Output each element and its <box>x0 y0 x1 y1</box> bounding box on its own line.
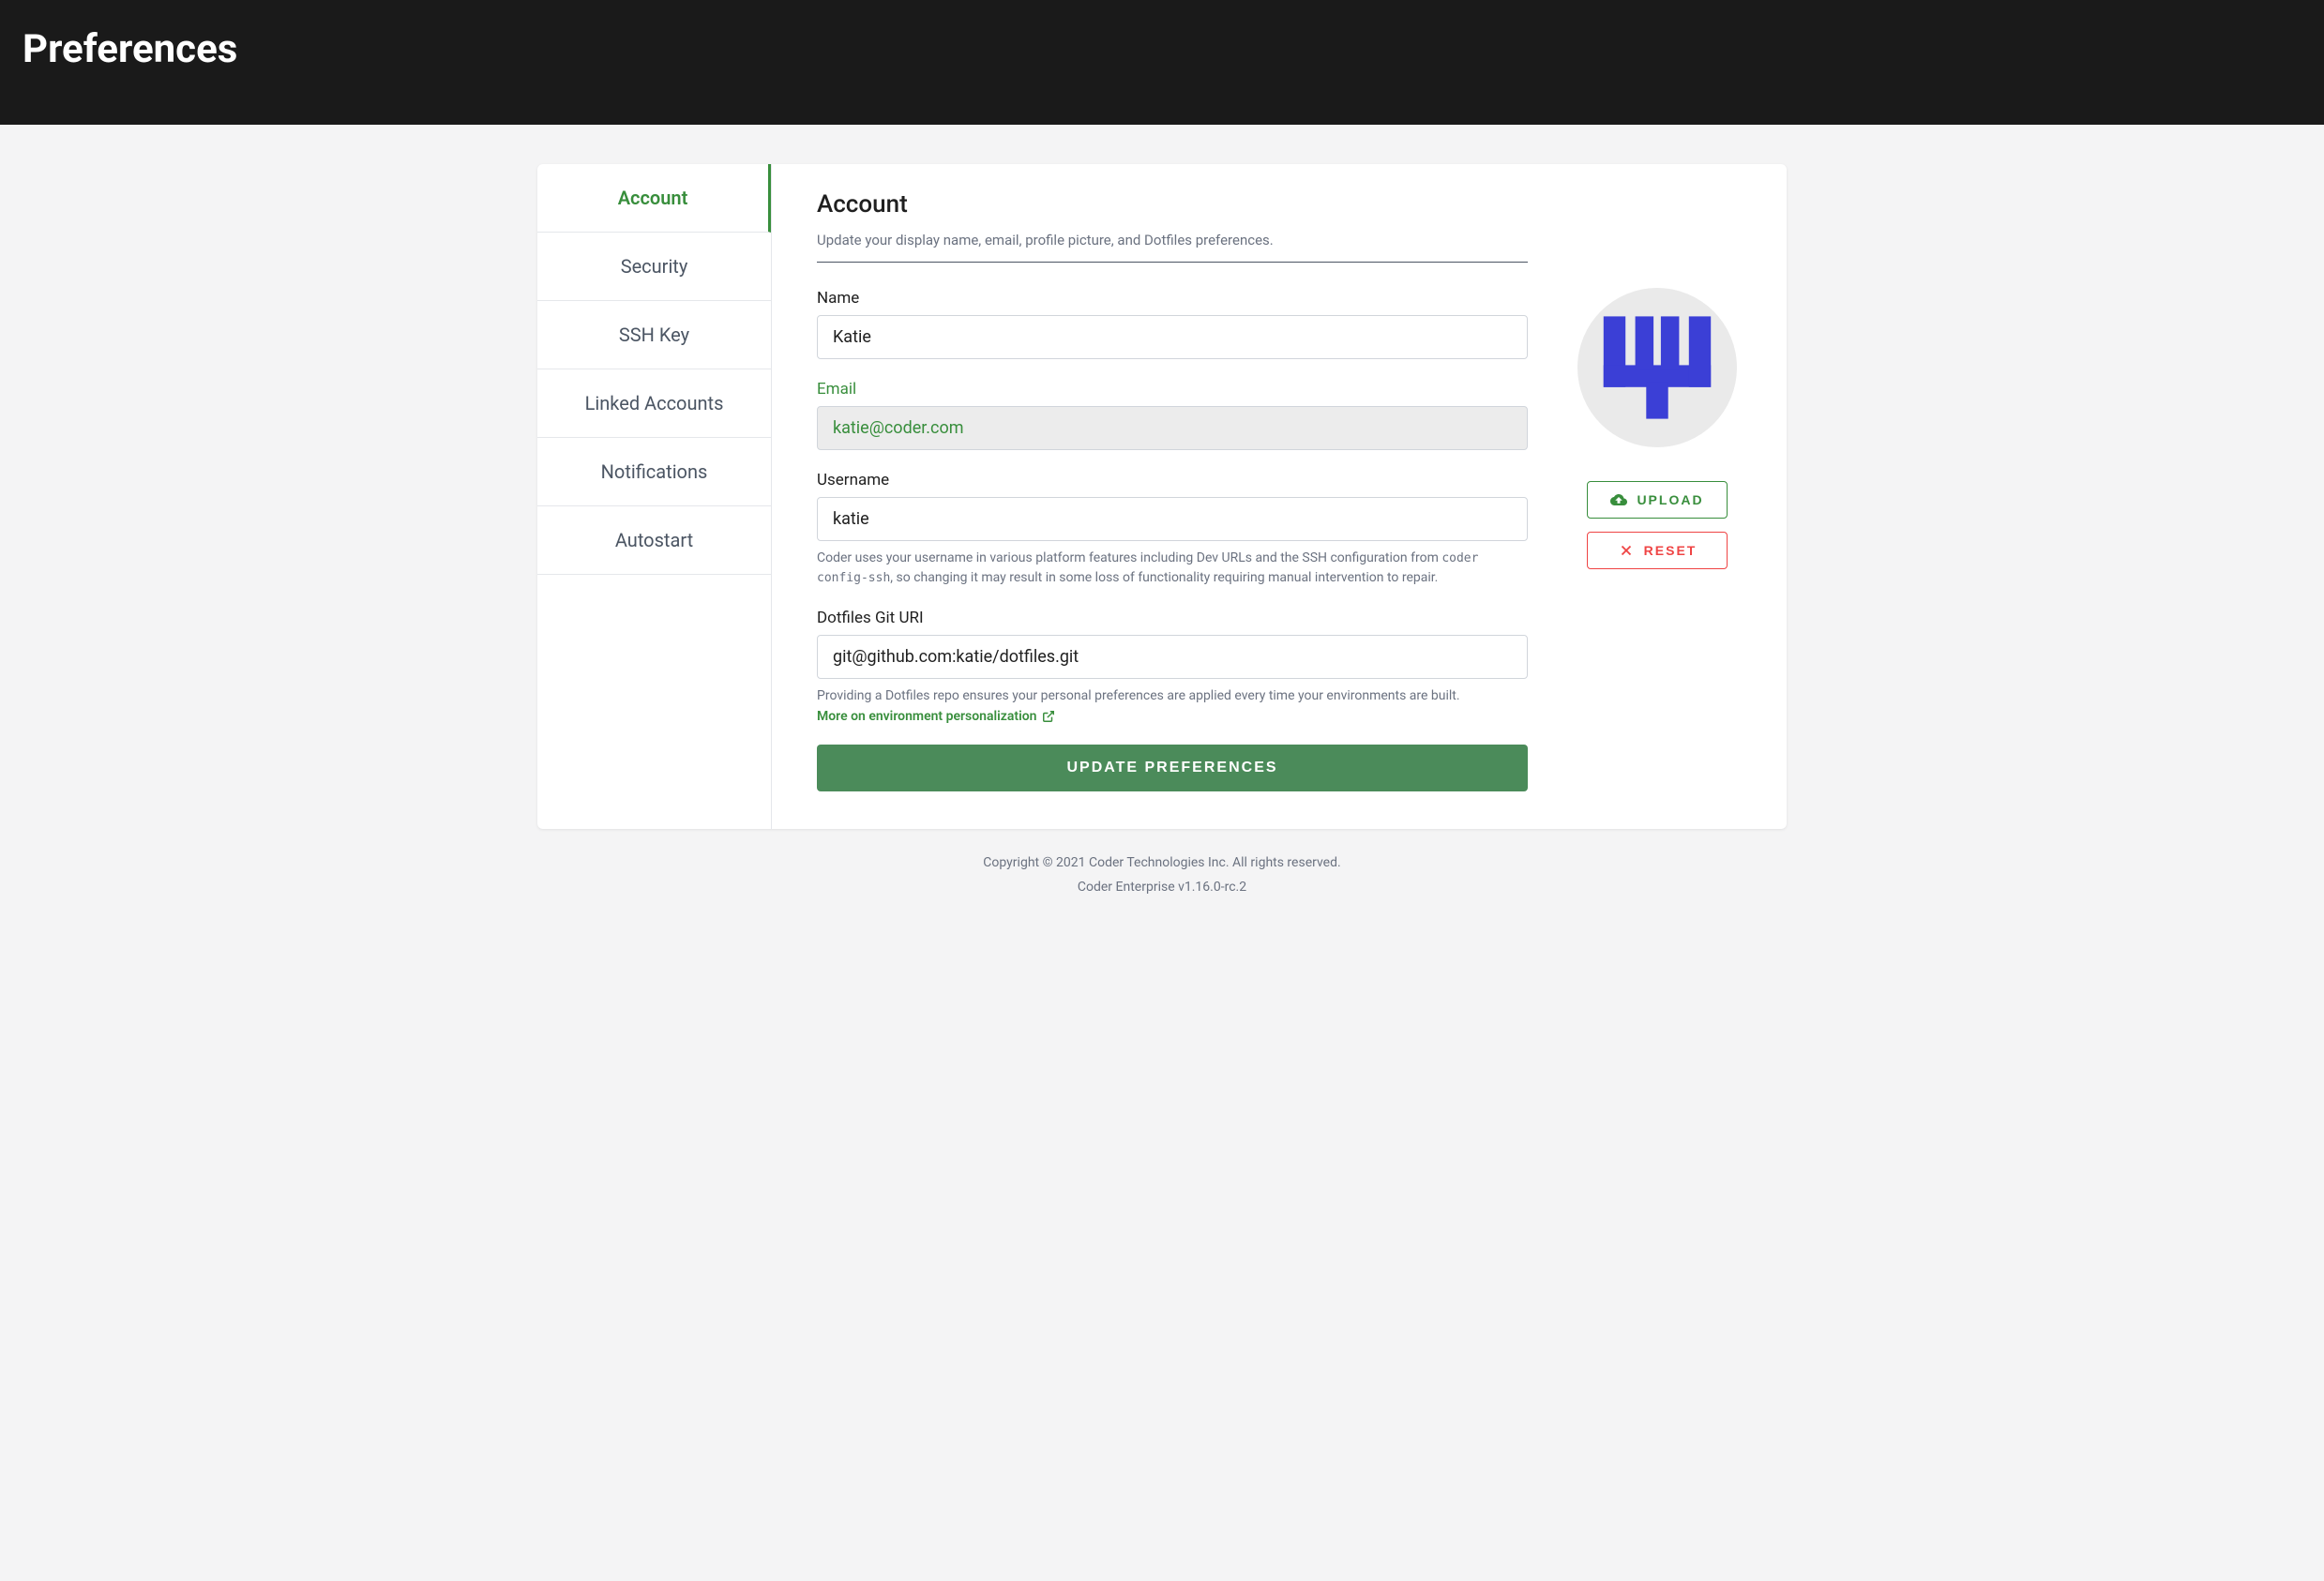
sidebar-item-label: Autostart <box>615 529 693 551</box>
avatar-logo-icon <box>1596 307 1718 429</box>
upload-label: UPLOAD <box>1637 492 1703 507</box>
username-help: Coder uses your username in various plat… <box>817 549 1528 588</box>
upload-avatar-button[interactable]: UPLOAD <box>1587 481 1728 519</box>
username-input[interactable] <box>817 497 1528 541</box>
sidebar-item-security[interactable]: Security <box>537 233 771 301</box>
sidebar-item-label: Linked Accounts <box>585 392 724 414</box>
personalization-link[interactable]: More on environment personalization <box>817 709 1055 724</box>
preferences-card: Account Security SSH Key Linked Accounts… <box>537 164 1787 829</box>
dotfiles-label: Dotfiles Git URI <box>817 609 1528 627</box>
version-text: Coder Enterprise v1.16.0-rc.2 <box>537 880 1787 895</box>
reset-label: RESET <box>1644 543 1698 558</box>
username-label: Username <box>817 471 1528 489</box>
sidebar-nav: Account Security SSH Key Linked Accounts… <box>537 164 772 829</box>
dotfiles-help: Providing a Dotfiles repo ensures your p… <box>817 686 1528 706</box>
name-input[interactable] <box>817 315 1528 359</box>
dotfiles-input[interactable] <box>817 635 1528 679</box>
update-preferences-button[interactable]: Update Preferences <box>817 745 1528 791</box>
sidebar-item-ssh-key[interactable]: SSH Key <box>537 301 771 369</box>
cloud-upload-icon <box>1610 491 1627 508</box>
external-link-icon <box>1042 710 1055 723</box>
avatar-panel: UPLOAD RESET <box>1573 190 1742 791</box>
name-label: Name <box>817 289 1528 308</box>
page-footer: Copyright © 2021 Coder Technologies Inc.… <box>537 829 1787 941</box>
sidebar-item-label: Security <box>621 255 688 278</box>
sidebar-item-label: Notifications <box>601 460 708 483</box>
email-group: Email <box>817 380 1528 450</box>
sidebar-item-notifications[interactable]: Notifications <box>537 438 771 506</box>
name-group: Name <box>817 289 1528 359</box>
sidebar-item-label: SSH Key <box>619 324 689 346</box>
username-group: Username Coder uses your username in var… <box>817 471 1528 588</box>
email-input[interactable] <box>817 406 1528 450</box>
sidebar-item-linked-accounts[interactable]: Linked Accounts <box>537 369 771 438</box>
link-text: More on environment personalization <box>817 709 1036 724</box>
content-area: Account Update your display name, email,… <box>772 164 1787 829</box>
close-icon <box>1618 542 1635 559</box>
page-title: Preferences <box>23 26 2301 72</box>
page-header: Preferences <box>0 0 2324 125</box>
section-title: Account <box>817 190 1528 218</box>
reset-avatar-button[interactable]: RESET <box>1587 532 1728 569</box>
email-label: Email <box>817 380 1528 399</box>
dotfiles-group: Dotfiles Git URI Providing a Dotfiles re… <box>817 609 1528 724</box>
section-description: Update your display name, email, profile… <box>817 232 1528 263</box>
sidebar-item-account[interactable]: Account <box>537 164 771 233</box>
sidebar-item-autostart[interactable]: Autostart <box>537 506 771 575</box>
sidebar-item-label: Account <box>618 187 688 209</box>
avatar-image <box>1577 288 1737 447</box>
account-form: Account Update your display name, email,… <box>817 190 1528 791</box>
copyright-text: Copyright © 2021 Coder Technologies Inc.… <box>537 855 1787 870</box>
